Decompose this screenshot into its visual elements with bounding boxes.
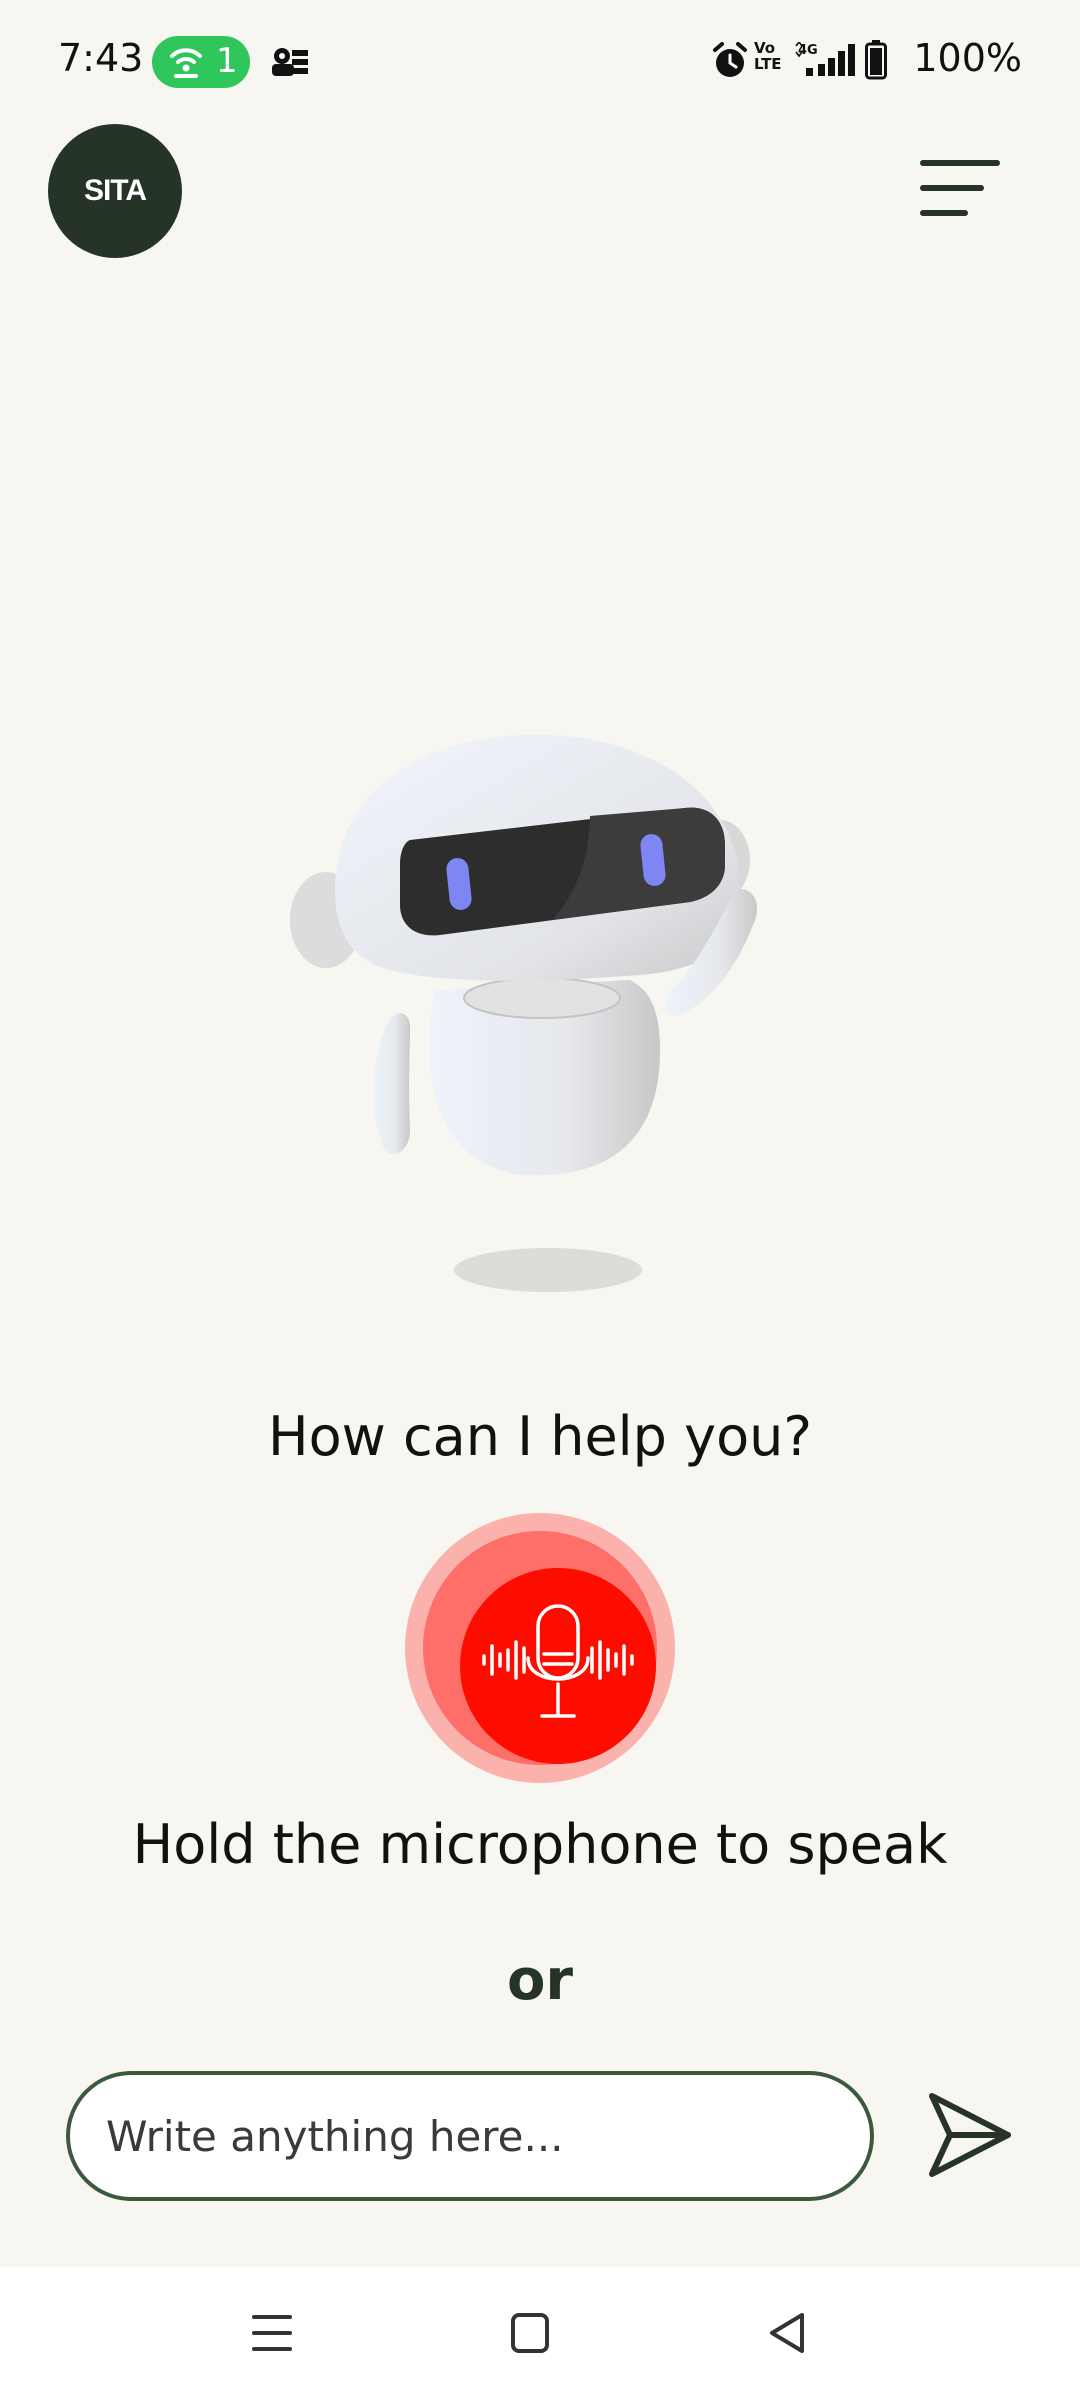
- back-icon: [770, 2313, 804, 2353]
- home-icon: [511, 2313, 549, 2353]
- mic-core: [460, 1568, 656, 1764]
- notification-icon: [272, 48, 308, 76]
- message-input[interactable]: [66, 2071, 874, 2201]
- mic-hint: Hold the microphone to speak: [132, 1813, 948, 1876]
- microphone-button[interactable]: [405, 1513, 675, 1783]
- assistant-prompt: How can I help you?: [267, 1405, 812, 1468]
- microphone-icon: [482, 1604, 634, 1718]
- status-time: 7:43: [58, 36, 144, 80]
- home-button[interactable]: [500, 2309, 560, 2359]
- recent-apps-icon: [252, 2315, 292, 2351]
- hotspot-indicator: 1: [152, 36, 250, 88]
- menu-lines-icon: [920, 160, 1000, 216]
- hotspot-count: 1: [216, 41, 238, 81]
- menu-button[interactable]: [916, 150, 1004, 230]
- volte-label: Vo LTE: [754, 39, 782, 73]
- recent-apps-button[interactable]: [242, 2309, 302, 2359]
- alarm-icon: [713, 42, 747, 77]
- back-button[interactable]: [758, 2309, 818, 2359]
- hotspot-icon: [170, 48, 202, 78]
- send-icon: [929, 2093, 1011, 2177]
- battery-icon: [865, 40, 887, 80]
- signal-4g-icon: 4G: [795, 42, 855, 76]
- battery-percentage: 100%: [913, 36, 1022, 80]
- or-divider: or: [506, 1948, 574, 2013]
- app-logo[interactable]: SITA: [48, 124, 182, 258]
- status-bar: 7:43 1 Vo LTE 4G 100%: [0, 0, 1080, 120]
- send-button[interactable]: [926, 2090, 1014, 2180]
- system-nav-bar: [0, 2267, 1080, 2400]
- mic-ring: [423, 1531, 657, 1765]
- robot-illustration: [290, 734, 758, 1292]
